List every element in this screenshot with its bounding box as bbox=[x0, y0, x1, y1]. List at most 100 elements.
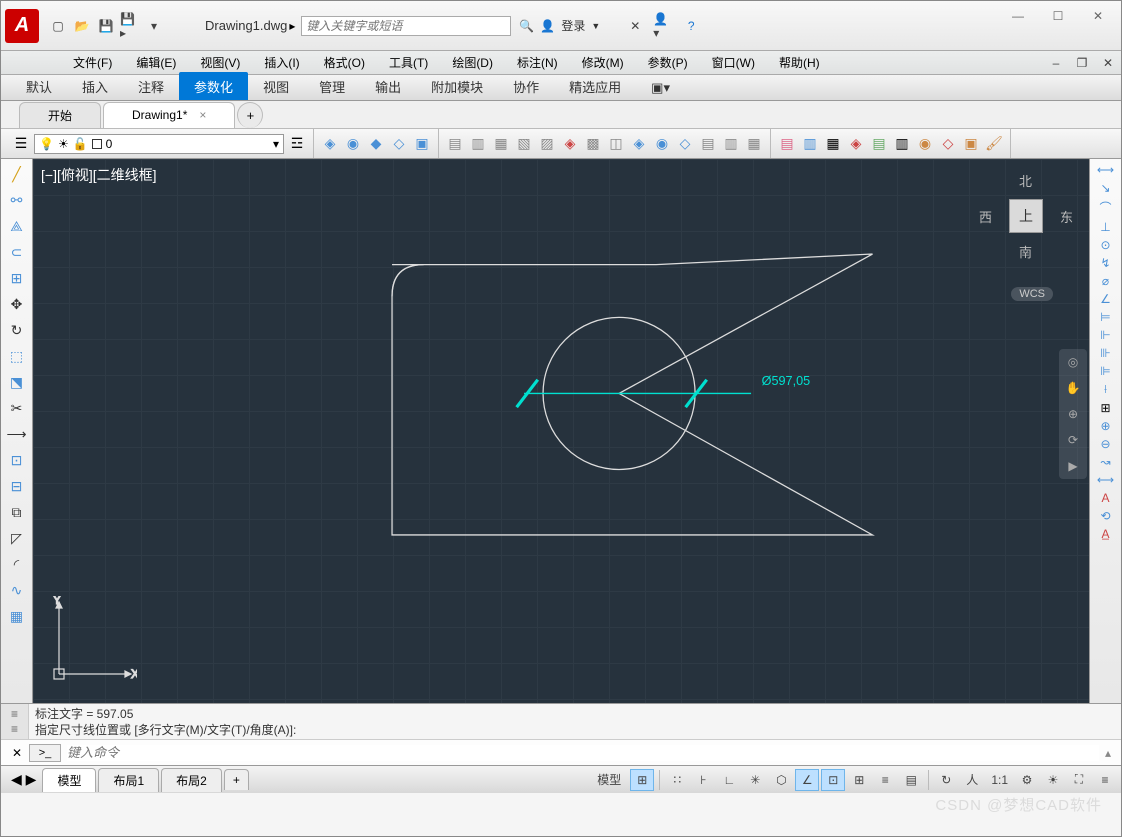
user-icon[interactable]: 👤 bbox=[540, 19, 555, 33]
array-icon[interactable]: ⊞ bbox=[5, 267, 29, 289]
nav-wheel-icon[interactable]: ◎ bbox=[1068, 355, 1078, 369]
layer-lock2-icon[interactable]: ◇ bbox=[389, 134, 409, 154]
dim-quick-icon[interactable]: ⊨ bbox=[1100, 310, 1110, 324]
layer-match-icon[interactable]: ▣ bbox=[412, 134, 432, 154]
mirror-icon[interactable]: ⟁ bbox=[5, 215, 29, 237]
layerunlock-icon[interactable]: ▧ bbox=[514, 134, 534, 154]
layer-iso-icon[interactable]: ◈ bbox=[320, 134, 340, 154]
layer-freeze2-icon[interactable]: ◆ bbox=[366, 134, 386, 154]
rtab-view[interactable]: 视图 bbox=[248, 72, 304, 100]
open-icon[interactable]: 📂 bbox=[71, 15, 93, 37]
lweight-icon[interactable]: ▥ bbox=[892, 134, 912, 154]
dim-ang-icon[interactable]: ∠ bbox=[1100, 292, 1111, 306]
status-snap-icon[interactable]: ∷ bbox=[665, 769, 689, 791]
layerprev-icon[interactable]: ▨ bbox=[537, 134, 557, 154]
cmd-scroll[interactable]: ≡≡ bbox=[1, 704, 29, 739]
status-anno-icon[interactable]: 人 bbox=[960, 769, 984, 791]
wcs-badge[interactable]: WCS bbox=[1011, 287, 1053, 301]
help-search[interactable] bbox=[301, 16, 511, 36]
doctab-new[interactable]: + bbox=[237, 102, 263, 128]
layout-1[interactable]: 布局1 bbox=[98, 768, 159, 792]
dim-break-icon[interactable]: ⟊ bbox=[1104, 382, 1107, 397]
doctab-start[interactable]: 开始 bbox=[19, 102, 101, 128]
layout-model[interactable]: 模型 bbox=[42, 768, 96, 792]
laywalk-icon[interactable]: ▩ bbox=[583, 134, 603, 154]
dim-center-icon[interactable]: ⊕ bbox=[1100, 419, 1110, 433]
rtab-expand[interactable]: ▣▾ bbox=[636, 75, 685, 100]
layer-props-icon[interactable]: ☰ bbox=[11, 134, 31, 154]
menu-window[interactable]: 窗口(W) bbox=[700, 51, 767, 74]
drawing-canvas[interactable]: [−][俯视][二维线框] Ø597,05 北 西 东 南 上 WCS ◎ ✋ bbox=[33, 159, 1089, 703]
dim-arc-icon[interactable]: ⌒ bbox=[1099, 199, 1111, 216]
status-model[interactable]: 模型 bbox=[590, 769, 628, 791]
menu-help[interactable]: 帮助(H) bbox=[767, 51, 832, 74]
layer-selector[interactable]: 💡 ☀ 🔓 0 ▾ bbox=[34, 134, 284, 154]
status-otrack-icon[interactable]: ⊡ bbox=[821, 769, 845, 791]
new-icon[interactable]: ▢ bbox=[47, 15, 69, 37]
qat-expand-icon[interactable]: ▾ bbox=[143, 15, 165, 37]
menu-view[interactable]: 视图(V) bbox=[188, 51, 252, 74]
a360-icon[interactable]: 👤▾ bbox=[652, 15, 674, 37]
laymch-icon[interactable]: ◫ bbox=[606, 134, 626, 154]
menu-modify[interactable]: 修改(M) bbox=[570, 51, 636, 74]
layeriso2-icon[interactable]: ▤ bbox=[445, 134, 465, 154]
mdi-close-icon[interactable]: ✕ bbox=[1095, 52, 1121, 74]
status-custom-icon[interactable]: ≡ bbox=[1093, 769, 1117, 791]
dim-edit-icon[interactable]: ⟷ bbox=[1097, 473, 1114, 487]
scale-icon[interactable]: ⬚ bbox=[5, 345, 29, 367]
list-icon[interactable]: ▣ bbox=[961, 134, 981, 154]
fillet-icon[interactable]: ◜ bbox=[5, 553, 29, 575]
layerp-icon[interactable]: ▥ bbox=[721, 134, 741, 154]
dim-cont-icon[interactable]: ⊪ bbox=[1100, 346, 1110, 360]
break2-icon[interactable]: ⊟ bbox=[5, 475, 29, 497]
layer-tool-icon[interactable]: ☲ bbox=[287, 134, 307, 154]
menu-dim[interactable]: 标注(N) bbox=[505, 51, 570, 74]
status-osnap-icon[interactable]: ∠ bbox=[795, 769, 819, 791]
ltype-icon[interactable]: ▤ bbox=[869, 134, 889, 154]
dim-insp-icon[interactable]: ⊖ bbox=[1100, 437, 1110, 451]
rtab-output[interactable]: 输出 bbox=[360, 72, 416, 100]
dim-tedit-icon[interactable]: A bbox=[1101, 491, 1109, 505]
layeron-icon[interactable]: ▦ bbox=[491, 134, 511, 154]
dim-base-icon[interactable]: ⊩ bbox=[1100, 328, 1110, 342]
status-max-icon[interactable]: ⛶ bbox=[1067, 769, 1091, 791]
menu-tools[interactable]: 工具(T) bbox=[377, 51, 440, 74]
join-icon[interactable]: ⧉ bbox=[5, 501, 29, 523]
layvpi-icon[interactable]: ▤ bbox=[698, 134, 718, 154]
line-icon[interactable]: ╱ bbox=[5, 163, 29, 185]
layout-2[interactable]: 布局2 bbox=[161, 768, 222, 792]
rotate-icon[interactable]: ↻ bbox=[5, 319, 29, 341]
dim-update-icon[interactable]: ⟲ bbox=[1100, 509, 1110, 523]
prop-icon[interactable]: ▤ bbox=[777, 134, 797, 154]
nav-pan-icon[interactable]: ✋ bbox=[1066, 381, 1081, 395]
menu-edit[interactable]: 编辑(E) bbox=[124, 51, 188, 74]
layercur-icon[interactable]: ◈ bbox=[560, 134, 580, 154]
menu-param[interactable]: 参数(P) bbox=[636, 51, 700, 74]
menu-draw[interactable]: 绘图(D) bbox=[440, 51, 505, 74]
chamfer-icon[interactable]: ◸ bbox=[5, 527, 29, 549]
move-icon[interactable]: ✥ bbox=[5, 293, 29, 315]
status-polar-icon[interactable]: ✳ bbox=[743, 769, 767, 791]
rtab-addins[interactable]: 附加模块 bbox=[416, 72, 498, 100]
layerthaw-icon[interactable]: ▥ bbox=[468, 134, 488, 154]
doctab-drawing1[interactable]: Drawing1*× bbox=[103, 102, 235, 128]
view-cube[interactable]: 北 西 东 南 上 bbox=[981, 171, 1071, 261]
command-input[interactable] bbox=[67, 745, 1099, 761]
dim-aligned-icon[interactable]: ↘ bbox=[1100, 181, 1110, 195]
stretch-icon[interactable]: ⬔ bbox=[5, 371, 29, 393]
status-vis-icon[interactable]: ☀ bbox=[1041, 769, 1065, 791]
laymrg-icon[interactable]: ◉ bbox=[652, 134, 672, 154]
layst-icon[interactable]: ▦ bbox=[744, 134, 764, 154]
status-ortho-icon[interactable]: ∟ bbox=[717, 769, 741, 791]
help-icon[interactable]: ? bbox=[680, 15, 702, 37]
rtab-default[interactable]: 默认 bbox=[11, 72, 67, 100]
status-lw-icon[interactable]: ≡ bbox=[873, 769, 897, 791]
explode-icon[interactable]: ▦ bbox=[5, 605, 29, 627]
dim-style-icon[interactable]: A̲ bbox=[1101, 527, 1109, 541]
dim-ord-icon[interactable]: ⊥ bbox=[1100, 220, 1110, 234]
color-icon[interactable]: ◈ bbox=[846, 134, 866, 154]
blend-icon[interactable]: ∿ bbox=[5, 579, 29, 601]
laycopy-icon[interactable]: ◈ bbox=[629, 134, 649, 154]
link-icon[interactable]: ⚯ bbox=[5, 189, 29, 211]
command-line[interactable]: ✕ >_ ▴ bbox=[1, 739, 1121, 765]
